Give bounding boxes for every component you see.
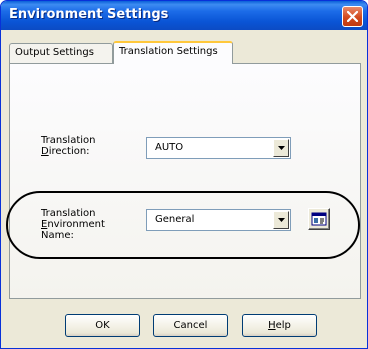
environment-select-value: General: [155, 214, 195, 225]
window-title: Environment Settings: [9, 7, 169, 22]
close-button[interactable]: [342, 6, 363, 27]
help-button[interactable]: Help: [242, 314, 317, 337]
chevron-down-icon: [278, 218, 285, 222]
tab-output-settings[interactable]: Output Settings: [9, 43, 113, 63]
ok-button[interactable]: OK: [65, 314, 140, 337]
close-x-icon: [347, 11, 358, 22]
environment-label-line1: Translation: [41, 208, 96, 219]
environment-label-line3: Name:: [41, 230, 74, 241]
chevron-down-icon: [278, 146, 285, 150]
environment-settings-dialog: Environment Settings Output Settings Tra…: [0, 0, 368, 349]
tab-translation-settings[interactable]: Translation Settings: [113, 41, 233, 64]
cancel-button[interactable]: Cancel: [153, 314, 228, 337]
environment-label: Translation Environment Name:: [41, 208, 105, 241]
direction-label-line2: Direction:: [41, 146, 90, 157]
direction-dropdown-button[interactable]: [273, 139, 289, 157]
environment-settings-button[interactable]: [308, 208, 330, 230]
environment-settings-icon: [311, 212, 327, 226]
title-bar[interactable]: Environment Settings: [1, 1, 367, 30]
environment-label-line2: Environment: [41, 219, 105, 230]
direction-label-line1: Translation: [41, 135, 96, 146]
direction-select-value: AUTO: [155, 142, 184, 153]
translation-settings-panel: [9, 63, 361, 299]
tab-strip: Output Settings Translation Settings: [9, 41, 359, 64]
direction-select[interactable]: AUTO: [146, 137, 291, 159]
environment-dropdown-button[interactable]: [273, 211, 289, 229]
environment-select[interactable]: General: [146, 209, 291, 231]
direction-label: Translation Direction:: [41, 135, 96, 157]
